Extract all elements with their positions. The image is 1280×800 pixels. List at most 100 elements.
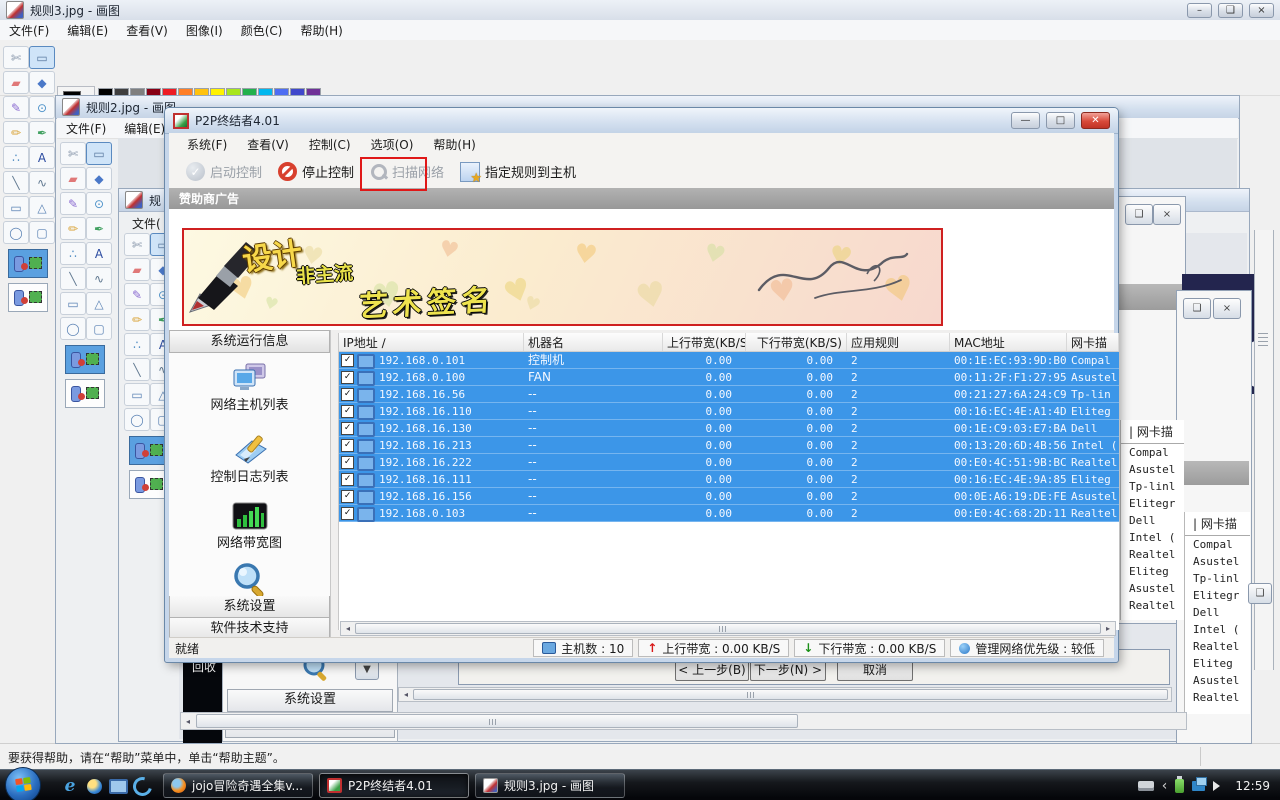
magnifier-icon[interactable]: ⊙ — [86, 192, 112, 215]
polygon-icon[interactable]: △ — [29, 196, 55, 219]
quicklaunch-ie-icon[interactable]: e — [60, 776, 80, 796]
horizontal-scrollbar[interactable]: ◂ — [180, 712, 1187, 730]
title-bar[interactable]: 规则3.jpg - 画图 – ❑ × — [0, 0, 1280, 21]
eraser-icon[interactable]: ▰ — [124, 258, 150, 281]
brush-icon[interactable]: ✒ — [29, 121, 55, 144]
curve-icon[interactable]: ∿ — [86, 267, 112, 290]
select-icon[interactable]: ▭ — [86, 142, 112, 165]
column-header-5[interactable]: 应用规则 — [847, 333, 950, 351]
eraser-icon[interactable]: ▰ — [3, 71, 29, 94]
rect-icon[interactable]: ▭ — [60, 292, 86, 315]
row-checkbox[interactable]: ✓ — [341, 405, 354, 418]
paint-menu-4[interactable]: 颜色(C) — [232, 20, 292, 41]
column-header-7[interactable]: 网卡描 — [1067, 333, 1119, 351]
line-icon[interactable]: ╲ — [3, 171, 29, 194]
rect-icon[interactable]: ▭ — [3, 196, 29, 219]
pencil-icon[interactable]: ✏ — [60, 217, 86, 240]
quicklaunch-desktop-icon[interactable] — [108, 776, 128, 796]
rect-icon[interactable]: ▭ — [124, 383, 150, 406]
column-header-3[interactable]: 上行带宽(KB/S) — [663, 333, 746, 351]
selection-transparent-option[interactable] — [8, 283, 48, 312]
column-header-1[interactable]: IP地址 ∕ — [339, 333, 524, 351]
volume-tray-icon[interactable] — [1213, 780, 1225, 791]
eyedropper-icon[interactable]: ✎ — [3, 96, 29, 119]
selection-opaque-option[interactable] — [8, 249, 48, 278]
row-checkbox[interactable]: ✓ — [341, 388, 354, 401]
row-checkbox[interactable]: ✓ — [341, 507, 354, 520]
table-horizontal-scrollbar[interactable]: ◂ ▸ — [340, 621, 1116, 636]
paint-menu-2[interactable]: 查看(V) — [117, 20, 177, 41]
minimize-button[interactable]: — — [1011, 112, 1040, 129]
keyboard-tray-icon[interactable] — [1137, 780, 1154, 791]
network-tray-icon[interactable] — [1192, 776, 1208, 791]
p2p-menu-3[interactable]: 选项(O) — [361, 133, 424, 156]
close-button[interactable]: × — [1249, 2, 1274, 18]
row-checkbox[interactable]: ✓ — [341, 490, 354, 503]
curve-icon[interactable]: ∿ — [29, 171, 55, 194]
magnifier-icon[interactable]: ⊙ — [29, 96, 55, 119]
fill-icon[interactable]: ◆ — [29, 71, 55, 94]
horizontal-scrollbar[interactable]: ◂ — [398, 687, 1172, 702]
host-row[interactable]: ✓ 192.168.16.156 -- 0.00 0.00 2 00:0E:A6:19:DE… — [339, 488, 1119, 505]
select-icon[interactable]: ▭ — [29, 46, 55, 69]
host-row[interactable]: ✓ 192.168.16.222 -- 0.00 0.00 2 00:E0:4C:51:9B… — [339, 454, 1119, 471]
quicklaunch-globe-icon[interactable] — [84, 776, 104, 796]
tray-expand-chevron[interactable]: ‹ — [1162, 779, 1168, 793]
host-row[interactable]: ✓ 192.168.0.103 -- 0.00 0.00 2 00:E0:4C:68:2D:… — [339, 505, 1119, 522]
p2p-menu-0[interactable]: 系统(F) — [177, 133, 237, 156]
ellipse-icon[interactable]: ◯ — [3, 221, 29, 244]
sidebar-header-system-info[interactable]: 系统运行信息 — [169, 330, 330, 353]
start-button[interactable] — [5, 767, 41, 800]
host-row[interactable]: ✓ 192.168.16.56 -- 0.00 0.00 2 00:21:27:6A:24:… — [339, 386, 1119, 403]
host-row[interactable]: ✓ 192.168.16.130 -- 0.00 0.00 2 00:1E:C9:03:E7… — [339, 420, 1119, 437]
airbrush-icon[interactable]: ∴ — [124, 333, 150, 356]
paint-menu-0[interactable]: 文件(F) — [0, 20, 58, 41]
battery-tray-icon[interactable] — [1175, 775, 1185, 793]
host-row[interactable]: ✓ 192.168.16.110 -- 0.00 0.00 2 00:16:EC:4E:A1… — [339, 403, 1119, 420]
paint-menu-1[interactable]: 编辑(E) — [58, 20, 117, 41]
line-icon[interactable]: ╲ — [124, 358, 150, 381]
fill-icon[interactable]: ◆ — [86, 167, 112, 190]
menu-file-partial[interactable]: 文件( — [123, 213, 170, 234]
polygon-icon[interactable]: △ — [86, 292, 112, 315]
row-checkbox[interactable]: ✓ — [341, 439, 354, 452]
p2p-menu-2[interactable]: 控制(C) — [299, 133, 361, 156]
toolbar-button-2[interactable]: 停止控制 — [271, 158, 361, 185]
quicklaunch-switcher-icon[interactable] — [129, 773, 155, 799]
paint2-menu-0[interactable]: 文件(F) — [57, 118, 115, 139]
host-row[interactable]: ✓ 192.168.0.100 FAN 0.00 0.00 2 00:11:2F:F1:27… — [339, 369, 1119, 386]
selection-opaque-option[interactable] — [65, 345, 105, 374]
taskbar-task-3[interactable]: 规则3.jpg - 画图 — [475, 773, 625, 798]
row-checkbox[interactable]: ✓ — [341, 371, 354, 384]
toolbar-button-1[interactable]: ✓ 启动控制 — [179, 158, 269, 185]
sidebar-button-system-settings[interactable]: 系统设置 — [169, 595, 330, 618]
host-row[interactable]: ✓ 192.168.0.101 控制机 0.00 0.00 2 00:1E:EC:93:9D… — [339, 352, 1119, 369]
brush-icon[interactable]: ✒ — [86, 217, 112, 240]
host-row[interactable]: ✓ 192.168.16.111 -- 0.00 0.00 2 00:16:EC:4E:9A… — [339, 471, 1119, 488]
taskbar-task-1[interactable]: jojo冒险奇遇全集v... — [163, 773, 313, 798]
title-bar[interactable]: P2P终结者4.01 — □ ✕ — [165, 108, 1118, 134]
free-select-icon[interactable]: ✄ — [3, 46, 29, 69]
rounded-rect-icon[interactable]: ▢ — [29, 221, 55, 244]
column-header-4[interactable]: 下行带宽(KB/S) — [746, 333, 847, 351]
column-header-2[interactable]: 机器名 — [524, 333, 663, 351]
text-icon[interactable]: A — [86, 242, 112, 265]
airbrush-icon[interactable]: ∴ — [3, 146, 29, 169]
ellipse-icon[interactable]: ◯ — [60, 317, 86, 340]
free-select-icon[interactable]: ✄ — [124, 233, 150, 256]
eyedropper-icon[interactable]: ✎ — [60, 192, 86, 215]
paint-menu-3[interactable]: 图像(I) — [177, 20, 232, 41]
eraser-icon[interactable]: ▰ — [60, 167, 86, 190]
free-select-icon[interactable]: ✄ — [60, 142, 86, 165]
row-checkbox[interactable]: ✓ — [341, 422, 354, 435]
sidebar-item-bandwidth-chart[interactable]: 网络带宽图 — [217, 532, 282, 551]
p2p-menu-1[interactable]: 查看(V) — [237, 133, 299, 156]
column-header-6[interactable]: MAC地址 — [950, 333, 1067, 351]
row-checkbox[interactable]: ✓ — [341, 473, 354, 486]
rounded-rect-icon[interactable]: ▢ — [86, 317, 112, 340]
selection-transparent-option[interactable] — [65, 379, 105, 408]
ellipse-icon[interactable]: ◯ — [124, 408, 150, 431]
selection-transparent-option[interactable] — [129, 470, 169, 499]
row-checkbox[interactable]: ✓ — [341, 354, 354, 367]
ad-banner[interactable]: ♥ ♥ ♥ ♥ ♥ ♥ ♥ ♥ ♥ ♥ ♥ ♥ ♥ 设计 非主流 艺术签名 — [182, 228, 943, 326]
